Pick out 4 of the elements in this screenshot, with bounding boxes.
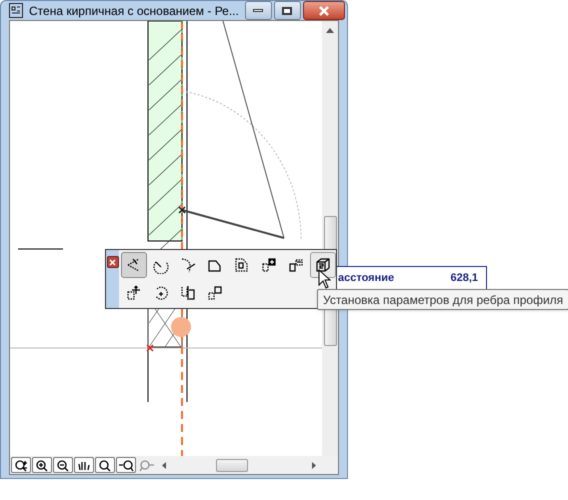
info-value: 628,1 (450, 270, 478, 286)
tooltip-text: Установка параметров для ребра профиля (323, 292, 564, 308)
window-title: Стена кирпичная с основанием - Ре... (29, 2, 239, 20)
info-label: асстояние (338, 270, 394, 286)
